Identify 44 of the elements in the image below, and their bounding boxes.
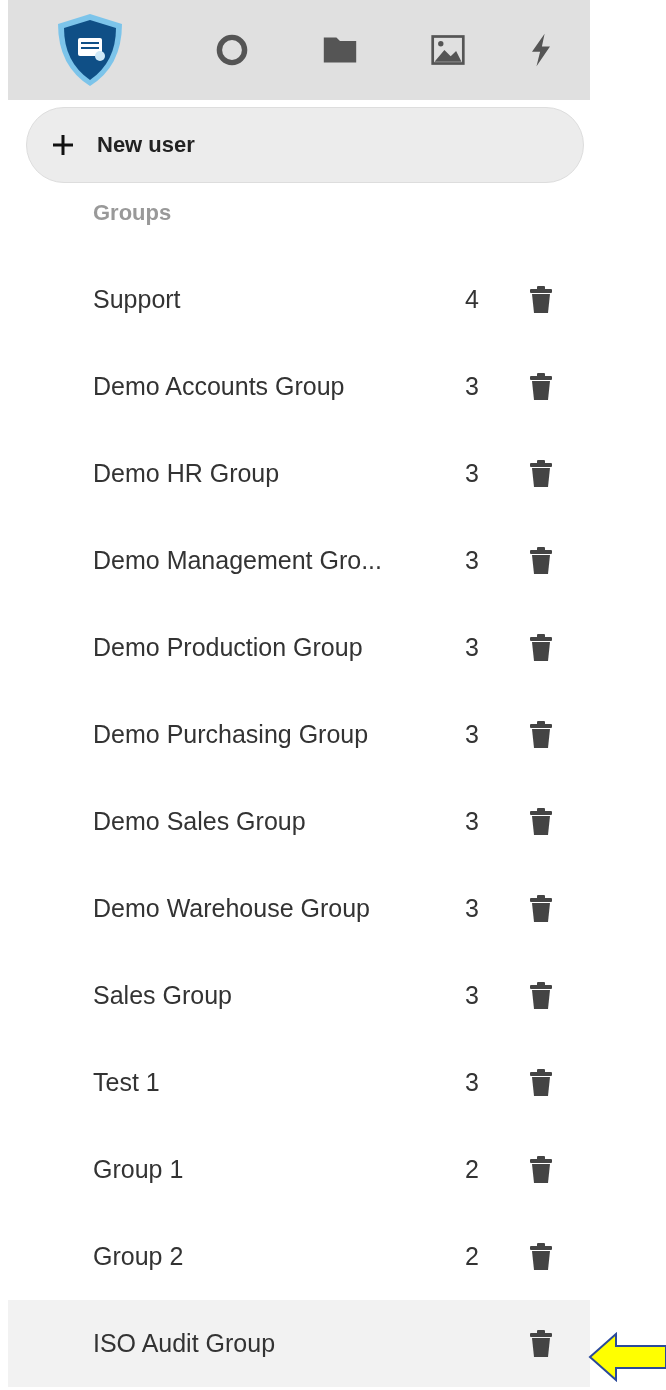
plus-icon — [51, 133, 75, 157]
member-count: 4 — [465, 285, 480, 314]
member-count: 3 — [465, 1068, 480, 1097]
member-count: 3 — [465, 807, 480, 836]
group-name: Demo Purchasing Group — [93, 720, 370, 749]
group-name: ISO Audit Group — [93, 1329, 277, 1358]
section-heading: Groups — [93, 199, 173, 227]
member-count: 3 — [465, 546, 480, 575]
delete-icon[interactable] — [529, 546, 553, 575]
member-count: 3 — [465, 633, 480, 662]
group-name: Demo Accounts Group — [93, 372, 346, 401]
group-row[interactable]: ISO Audit Group — [8, 1300, 590, 1387]
group-name: Test 1 — [93, 1068, 161, 1097]
delete-icon[interactable] — [529, 1155, 553, 1184]
delete-icon[interactable] — [529, 807, 553, 836]
group-name: Demo Production Group — [93, 633, 364, 662]
group-name: Group 1 — [93, 1155, 185, 1184]
delete-icon[interactable] — [529, 1242, 553, 1271]
member-count: 3 — [465, 720, 480, 749]
member-count: 2 — [465, 1155, 480, 1184]
group-name: Support — [93, 285, 182, 314]
new-user-button[interactable]: New user — [26, 107, 584, 183]
image-icon[interactable] — [430, 32, 466, 68]
delete-icon[interactable] — [529, 459, 553, 488]
group-name: Demo Sales Group — [93, 807, 307, 836]
delete-icon[interactable] — [529, 372, 553, 401]
group-name: Group 2 — [93, 1242, 185, 1271]
group-name: Sales Group — [93, 981, 233, 1010]
member-count: 3 — [465, 459, 480, 488]
member-count: 2 — [465, 1242, 480, 1271]
group-name: Demo Management Gro... — [93, 546, 383, 575]
delete-icon[interactable] — [529, 981, 553, 1010]
member-count: 3 — [465, 372, 480, 401]
member-count: 3 — [465, 894, 480, 923]
delete-icon[interactable] — [529, 285, 553, 314]
delete-icon[interactable] — [529, 720, 553, 749]
delete-icon[interactable] — [529, 633, 553, 662]
group-name: Demo Warehouse Group — [93, 894, 371, 923]
member-count: 3 — [465, 981, 480, 1010]
group-name: Demo HR Group — [93, 459, 281, 488]
circle-icon[interactable] — [214, 32, 250, 68]
delete-icon[interactable] — [529, 1329, 553, 1358]
delete-icon[interactable] — [529, 1068, 553, 1097]
delete-icon[interactable] — [529, 894, 553, 923]
